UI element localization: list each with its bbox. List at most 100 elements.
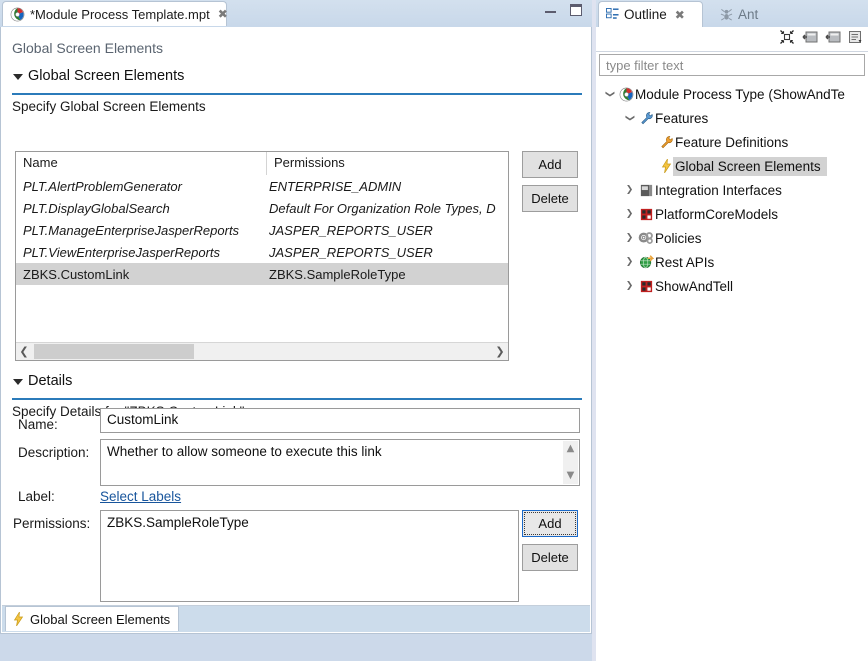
tree-item-feature-definitions[interactable]: Feature Definitions [596,130,868,154]
model-icon [637,207,655,222]
section-divider [12,93,582,95]
table-row[interactable]: PLT.ManageEnterpriseJasperReports JASPER_… [16,219,508,241]
cell-name: PLT.ManageEnterpriseJasperReports [23,222,240,238]
tree-item-label: Rest APIs [655,254,715,270]
form-tab-label: Global Screen Elements [30,611,171,627]
table-body: PLT.AlertProblemGenerator ENTERPRISE_ADMI… [16,175,508,285]
chevron-right-icon[interactable]: ❯ [622,185,637,195]
chevron-right-icon[interactable]: ❯ [622,233,637,243]
close-icon[interactable]: ✖ [218,8,228,20]
table-row[interactable]: PLT.DisplayGlobalSearch Default For Organ… [16,197,508,219]
table-row[interactable]: ZBKS.CustomLink ZBKS.SampleRoleType [16,263,508,285]
search-input[interactable]: type filter text [599,54,865,76]
permissions-value: ZBKS.SampleRoleType [107,515,249,530]
tab-outline-label: Outline [624,7,667,22]
tree-item-rest-apis[interactable]: ❯ Rest APIs [596,250,868,274]
module-process-icon [617,87,635,102]
table-header-row: Name Permissions [16,152,508,175]
column-header-name[interactable]: Name [16,152,266,175]
tab-outline[interactable]: Outline ✖ [598,1,703,27]
view-menu-icon[interactable] [848,29,864,45]
table-horizontal-scrollbar[interactable]: ❮ ❯ [16,342,508,360]
column-header-permissions[interactable]: Permissions [266,152,508,175]
tab-ant[interactable]: Ant [713,1,765,27]
tree-item-platformcoremodels[interactable]: ❯ PlatformCoreModels [596,202,868,226]
name-field-label: Name: [18,417,58,432]
table-row[interactable]: PLT.ViewEnterpriseJasperReports JASPER_RE… [16,241,508,263]
select-labels-link[interactable]: Select Labels [100,489,181,504]
chevron-down-icon[interactable]: ▼ [567,471,575,481]
editor-tab-bar: *Module Process Template.mpt ✖ [0,0,592,27]
label-field-label: Label: [18,489,55,504]
tree-item-showandtell[interactable]: ❯ ShowAndTell [596,274,868,298]
outline-toolbar [596,27,868,52]
cell-permissions: Default For Organization Role Types, D [269,200,496,216]
cell-permissions: ZBKS.SampleRoleType [269,266,406,282]
permissions-list[interactable]: ZBKS.SampleRoleType [100,510,519,602]
tree-item-label: Features [655,110,709,126]
tree-item-label: Module Process Type (ShowAndTe [635,86,845,102]
tree-item-integration-interfaces[interactable]: ❯ Integration Interfaces [596,178,868,202]
tree-item-label: Integration Interfaces [655,182,782,198]
chevron-right-icon[interactable]: ❯ [622,209,637,219]
outline-tree[interactable]: ❯ Module Process Type (ShowAndTe ❯ Features… [596,82,868,661]
name-input[interactable]: CustomLink [100,408,580,433]
collapse-all-icon[interactable] [779,29,795,45]
editor-form-body: Global Screen Elements Global Screen Ele… [0,27,592,634]
outline-icon [606,8,619,21]
cell-name: PLT.ViewEnterpriseJasperReports [23,244,221,260]
add-permission-button[interactable]: Add [522,510,578,537]
link-with-editor-alt-icon[interactable] [825,29,841,45]
cell-permissions: JASPER_REPORTS_USER [269,244,433,260]
link-with-editor-icon[interactable] [802,29,818,45]
permissions-field-label: Permissions: [13,516,91,531]
tree-item-global-screen-elements[interactable]: Global Screen Elements [596,154,868,178]
outline-view: Outline ✖ Ant type filter text ❯ Module … [596,0,868,661]
chevron-right-icon[interactable]: ❯ [622,281,637,291]
tree-item-policies[interactable]: ❯ Policies [596,226,868,250]
table-row[interactable]: PLT.AlertProblemGenerator ENTERPRISE_ADMI… [16,175,508,197]
chevron-down-icon[interactable]: ❯ [605,87,615,102]
description-input[interactable]: Whether to allow someone to execute this… [100,439,580,486]
tree-item-label: PlatformCoreModels [655,206,779,222]
chevron-up-icon[interactable]: ▲ [567,444,575,454]
chevron-right-icon[interactable]: ❯ [622,257,637,267]
maximize-icon[interactable] [570,4,582,16]
form-tab-bar: Global Screen Elements [2,605,590,632]
tree-item-label: ShowAndTell [655,278,734,294]
tree-item-features[interactable]: ❯ Features [596,106,868,130]
cell-name: ZBKS.CustomLink [23,266,130,282]
scrollbar-thumb[interactable] [34,344,194,359]
chevron-down-icon[interactable] [13,74,23,80]
minimize-icon[interactable] [545,8,556,13]
section-label: Global Screen Elements [28,68,185,84]
section-divider [12,398,582,400]
global-screen-elements-table[interactable]: Name Permissions PLT.AlertProblemGenerat… [15,151,509,361]
form-tab-global-screen-elements[interactable]: Global Screen Elements [5,606,180,631]
chevron-down-icon[interactable] [13,379,23,385]
search-input-placeholder: type filter text [606,58,684,73]
delete-permission-button[interactable]: Delete [522,544,578,571]
policies-gear-icon [637,231,655,246]
chevron-right-icon[interactable]: ❯ [492,345,508,358]
chevron-down-icon[interactable]: ❯ [625,111,635,126]
section-description: Specify Global Screen Elements [12,99,206,114]
editor-area: *Module Process Template.mpt ✖ Global Sc… [0,0,592,661]
editor-tab-module-process-template[interactable]: *Module Process Template.mpt ✖ [2,1,228,26]
section-header-details[interactable]: Details [1,372,591,397]
close-icon[interactable]: ✖ [675,9,685,21]
description-field-label: Description: [18,445,90,460]
section-header-global-screen-elements[interactable]: Global Screen Elements [1,67,591,92]
cell-name: PLT.AlertProblemGenerator [23,178,182,194]
tree-item-label: Feature Definitions [675,134,789,150]
add-element-button[interactable]: Add [522,151,578,178]
module-process-icon [10,7,25,22]
lightning-bolt-icon [12,611,25,627]
orange-wrench-icon [657,135,675,150]
description-vertical-scrollbar[interactable]: ▲ ▼ [563,441,578,484]
tree-item-module-process-type-showandte[interactable]: ❯ Module Process Type (ShowAndTe [596,82,868,106]
chevron-left-icon[interactable]: ❮ [16,345,32,358]
rest-api-globe-icon [637,254,655,270]
cell-permissions: JASPER_REPORTS_USER [269,222,433,238]
delete-element-button[interactable]: Delete [522,185,578,212]
